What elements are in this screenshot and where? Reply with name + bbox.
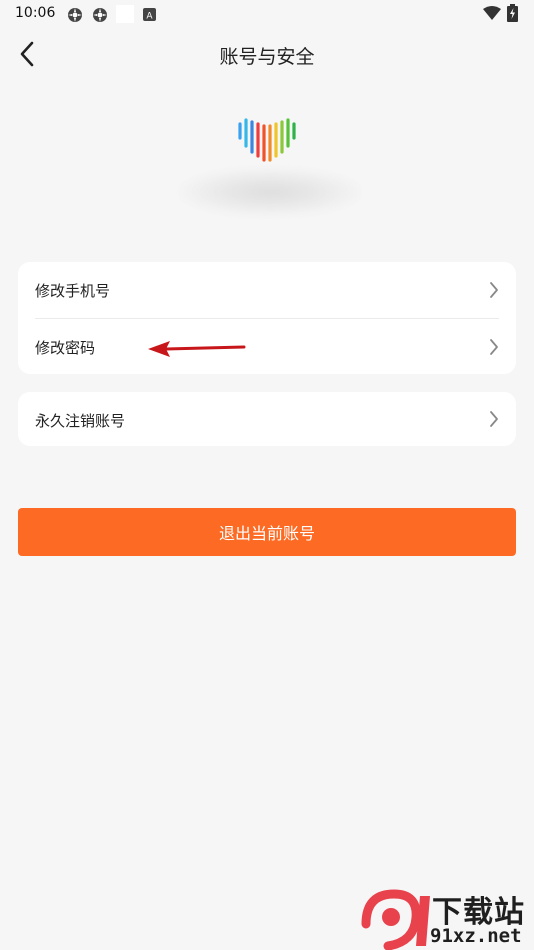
battery-charging-icon bbox=[507, 4, 518, 22]
change-password-item[interactable]: 修改密码 bbox=[18, 319, 516, 375]
chevron-right-icon bbox=[490, 411, 498, 427]
watermark-url: 91xz.net bbox=[430, 925, 522, 947]
gear-icon bbox=[93, 8, 107, 22]
white-square-icon bbox=[116, 5, 134, 23]
a-badge-icon: A bbox=[143, 8, 156, 21]
wifi-icon bbox=[483, 6, 501, 20]
account-card: 修改手机号 修改密码 bbox=[18, 262, 516, 374]
blurred-username bbox=[180, 168, 360, 216]
status-bar: 10:06 A bbox=[0, 0, 534, 28]
delete-account-item[interactable]: 永久注销账号 bbox=[18, 392, 516, 446]
status-time: 10:06 bbox=[15, 5, 56, 21]
change-phone-label: 修改手机号 bbox=[35, 282, 111, 300]
rainbow-heart-logo bbox=[238, 118, 296, 162]
logout-button[interactable]: 退出当前账号 bbox=[18, 508, 516, 556]
red-arrow-annotation bbox=[148, 341, 246, 357]
delete-account-card: 永久注销账号 bbox=[18, 392, 516, 446]
gear-icon bbox=[68, 8, 82, 22]
header: 账号与安全 bbox=[0, 28, 534, 80]
chevron-right-icon bbox=[490, 339, 498, 355]
change-phone-item[interactable]: 修改手机号 bbox=[18, 262, 516, 318]
a-badge-letter: A bbox=[146, 12, 153, 22]
change-password-label: 修改密码 bbox=[35, 339, 96, 357]
chevron-right-icon bbox=[490, 282, 498, 298]
delete-account-label: 永久注销账号 bbox=[35, 412, 126, 430]
page-title: 账号与安全 bbox=[219, 46, 315, 68]
